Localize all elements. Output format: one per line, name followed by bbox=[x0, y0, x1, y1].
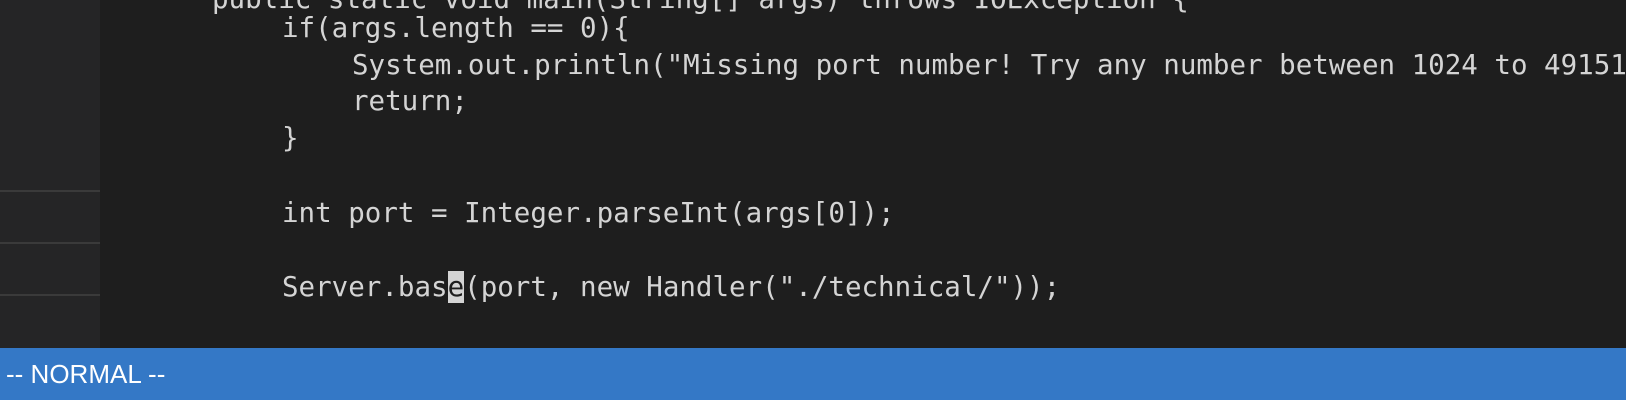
code-editor[interactable]: public static void main(String[] args) t… bbox=[100, 0, 1626, 348]
code-line: return; bbox=[352, 85, 468, 117]
text-cursor: e bbox=[447, 271, 465, 303]
code-line: System.out.println("Missing port number!… bbox=[352, 49, 1626, 81]
code-line-before-cursor: Server.bas bbox=[282, 271, 448, 303]
vim-editor-window: public static void main(String[] args) t… bbox=[0, 0, 1626, 400]
code-line: } bbox=[282, 122, 299, 154]
status-bar: -- NORMAL -- bbox=[0, 348, 1626, 400]
gutter-divider bbox=[0, 294, 100, 296]
code-line: if(args.length == 0){ bbox=[282, 12, 630, 44]
vim-mode-indicator: -- NORMAL -- bbox=[6, 359, 166, 389]
editor-gutter bbox=[0, 0, 100, 348]
code-line: int port = Integer.parseInt(args[0]); bbox=[282, 197, 895, 229]
gutter-divider bbox=[0, 242, 100, 244]
code-line: Server.base(port, new Handler("./technic… bbox=[282, 269, 1060, 305]
gutter-divider bbox=[0, 190, 100, 192]
code-line-after-cursor: (port, new Handler("./technical/")); bbox=[464, 271, 1061, 303]
